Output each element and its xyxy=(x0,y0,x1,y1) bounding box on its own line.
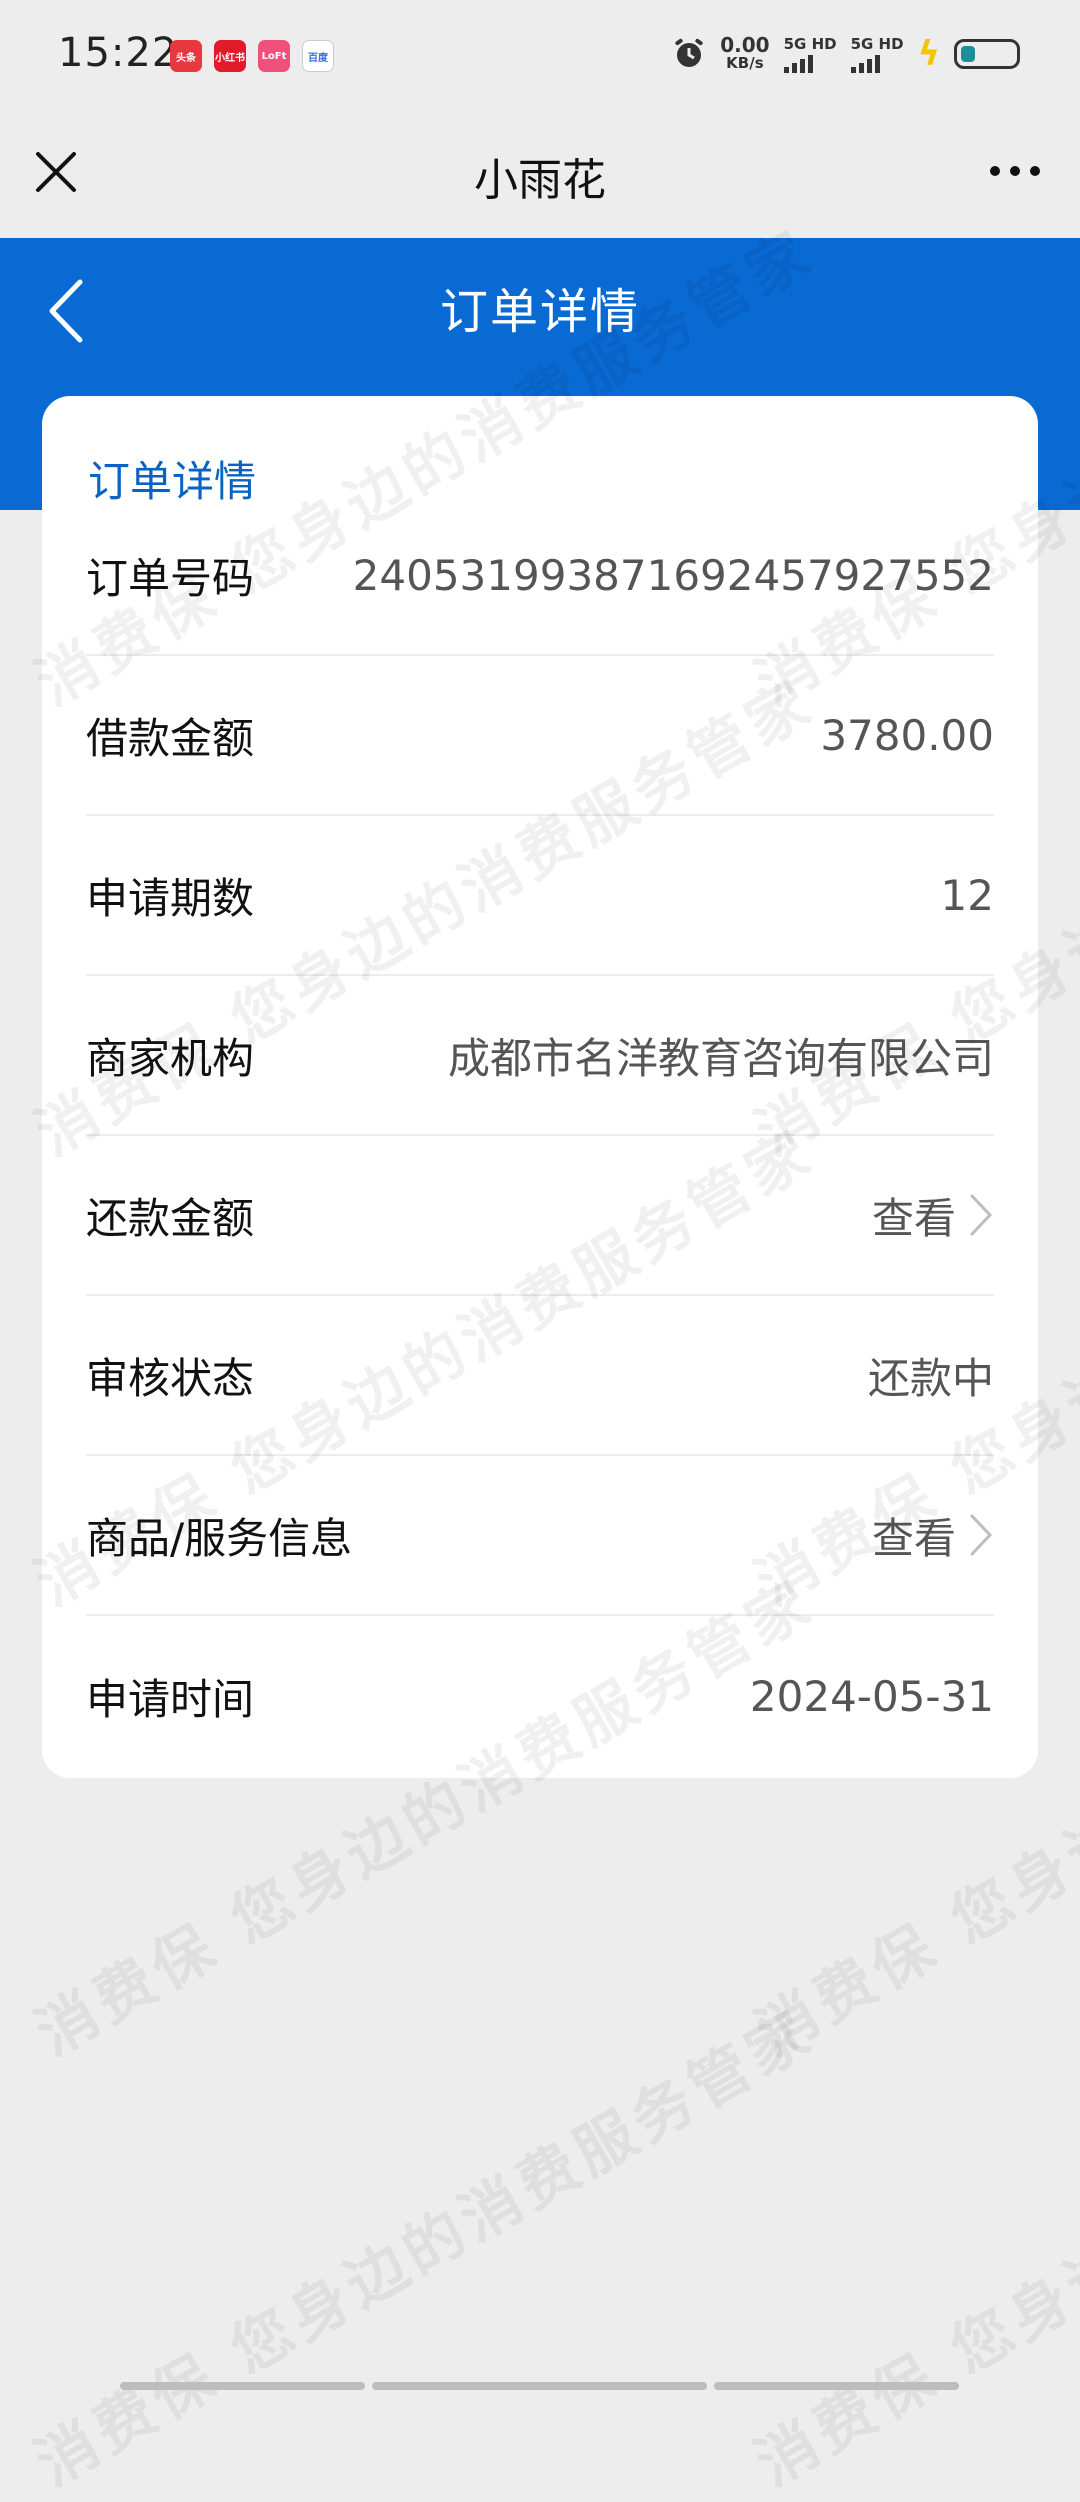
row-label: 商家机构 xyxy=(86,1025,254,1086)
sim1-label: 5G HD xyxy=(784,35,837,53)
row-label: 申请期数 xyxy=(86,865,254,926)
row-value: 24053199387169245792755​2 xyxy=(353,551,994,600)
status-bar: 15:22 头条 小红书 LoFt 百度 0.00 KB/s 5G HD 5G … xyxy=(0,0,1080,110)
page-title: 订单详情 xyxy=(0,272,1080,342)
row-apply-date: 申请时间 2024-05-31 xyxy=(86,1616,994,1776)
mini-program-navbar: 小雨花 xyxy=(0,110,1080,238)
row-label: 还款金额 xyxy=(86,1185,254,1246)
watermark-text: 消费保 您身边的消费服务管家 xyxy=(738,1985,1080,2502)
row-value: 还款中 xyxy=(868,1345,994,1406)
row-value: 12 xyxy=(941,871,994,920)
alarm-icon xyxy=(672,37,706,71)
installments-value: 12 xyxy=(941,871,994,920)
row-product-info[interactable]: 商品/服务信息 查看 xyxy=(86,1456,994,1616)
chevron-right-icon xyxy=(966,1512,994,1558)
row-label: 商品/服务信息 xyxy=(86,1505,352,1566)
chevron-right-icon xyxy=(966,1192,994,1238)
gesture-bar-center xyxy=(372,2382,707,2390)
view-product-link[interactable]: 查看 xyxy=(872,1505,994,1566)
sim1-signal: 5G HD xyxy=(784,35,837,73)
merchant-value: 成都市名洋教育咨询有限公司 xyxy=(448,1025,994,1086)
row-label: 审核状态 xyxy=(86,1345,254,1406)
view-link-text: 查看 xyxy=(872,1185,956,1246)
gesture-bar-left xyxy=(120,2382,365,2390)
signal-bars-icon xyxy=(784,55,813,73)
review-status-value: 还款中 xyxy=(868,1345,994,1406)
row-label: 订单号码 xyxy=(86,545,254,606)
toutiao-app-icon: 头条 xyxy=(170,40,202,72)
row-label: 申请时间 xyxy=(86,1666,254,1727)
network-speed-value: 0.00 xyxy=(720,36,769,54)
view-link-text: 查看 xyxy=(872,1505,956,1566)
row-merchant: 商家机构 成都市名洋教育咨询有限公司 xyxy=(86,976,994,1136)
row-value: 3780.00 xyxy=(820,711,994,760)
row-review-status: 审核状态 还款中 xyxy=(86,1296,994,1456)
sim2-signal: 5G HD xyxy=(851,35,904,73)
status-time: 15:22 xyxy=(58,30,178,76)
sim2-label: 5G HD xyxy=(851,35,904,53)
xiaohongshu-app-icon: 小红书 xyxy=(214,40,246,72)
loan-amount-value: 3780.00 xyxy=(820,711,994,760)
row-repayment-amount[interactable]: 还款金额 查看 xyxy=(86,1136,994,1296)
battery-icon xyxy=(954,39,1020,69)
row-loan-amount: 借款金额 3780.00 xyxy=(86,656,994,816)
row-installments: 申请期数 12 xyxy=(86,816,994,976)
status-app-icons: 头条 小红书 LoFt 百度 xyxy=(170,40,334,72)
row-order-number: 订单号码 24053199387169245792755​2 xyxy=(86,496,994,656)
view-repayment-link[interactable]: 查看 xyxy=(872,1185,994,1246)
navbar-title: 小雨花 xyxy=(0,144,1080,208)
row-label: 借款金额 xyxy=(86,705,254,766)
watermark-text: 消费保 您身边的消费服务管家 xyxy=(18,1985,828,2502)
order-detail-card: 订单详情 订单号码 24053199387169245792755​2 借款金额… xyxy=(42,396,1038,1778)
row-value: 2024-05-31 xyxy=(750,1672,994,1721)
order-number-value: 24053199387169245792755​2 xyxy=(353,551,994,600)
network-speed-unit: KB/s xyxy=(720,54,769,72)
gesture-bar-right xyxy=(714,2382,959,2390)
network-speed: 0.00 KB/s xyxy=(720,36,769,72)
signal-bars-icon xyxy=(851,55,880,73)
loft-app-icon: LoFt xyxy=(258,40,290,72)
status-indicators: 0.00 KB/s 5G HD 5G HD ϟ xyxy=(672,34,1020,74)
row-value: 成都市名洋教育咨询有限公司 xyxy=(448,1025,994,1086)
more-icon[interactable] xyxy=(990,166,1040,176)
charging-bolt-icon: ϟ xyxy=(918,34,940,74)
baidu-app-icon: 百度 xyxy=(302,40,334,72)
apply-date-value: 2024-05-31 xyxy=(750,1672,994,1721)
